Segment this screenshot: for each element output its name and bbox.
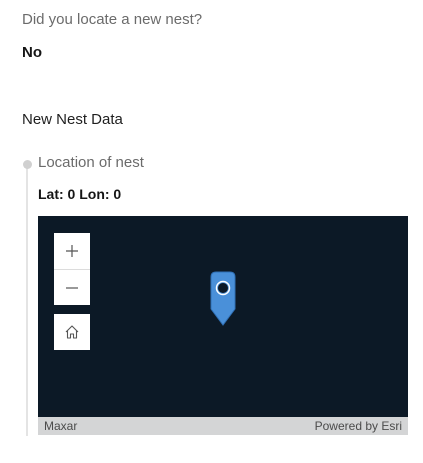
home-icon bbox=[65, 325, 79, 339]
zoom-controls bbox=[54, 233, 90, 305]
basemap-attribution: Maxar bbox=[44, 419, 78, 433]
location-map[interactable]: Maxar Powered by Esri bbox=[38, 216, 408, 435]
group-indent-dot bbox=[23, 160, 32, 169]
zoom-out-button[interactable] bbox=[54, 269, 90, 305]
zoom-in-button[interactable] bbox=[54, 233, 90, 269]
location-pin-icon[interactable] bbox=[207, 271, 239, 327]
plus-icon bbox=[66, 245, 78, 257]
location-field-label: Location of nest bbox=[38, 154, 144, 171]
group-indent-line bbox=[26, 166, 28, 436]
minus-icon bbox=[66, 286, 78, 289]
esri-attribution-link[interactable]: Powered by Esri bbox=[315, 419, 402, 433]
nest-question-label: Did you locate a new nest? bbox=[22, 11, 203, 28]
location-coordinates: Lat: 0 Lon: 0 bbox=[38, 186, 122, 202]
nest-question-answer: No bbox=[22, 44, 42, 61]
map-attribution-bar: Maxar Powered by Esri bbox=[38, 417, 408, 435]
home-button[interactable] bbox=[54, 314, 90, 350]
group-title-new-nest-data: New Nest Data bbox=[22, 111, 123, 128]
